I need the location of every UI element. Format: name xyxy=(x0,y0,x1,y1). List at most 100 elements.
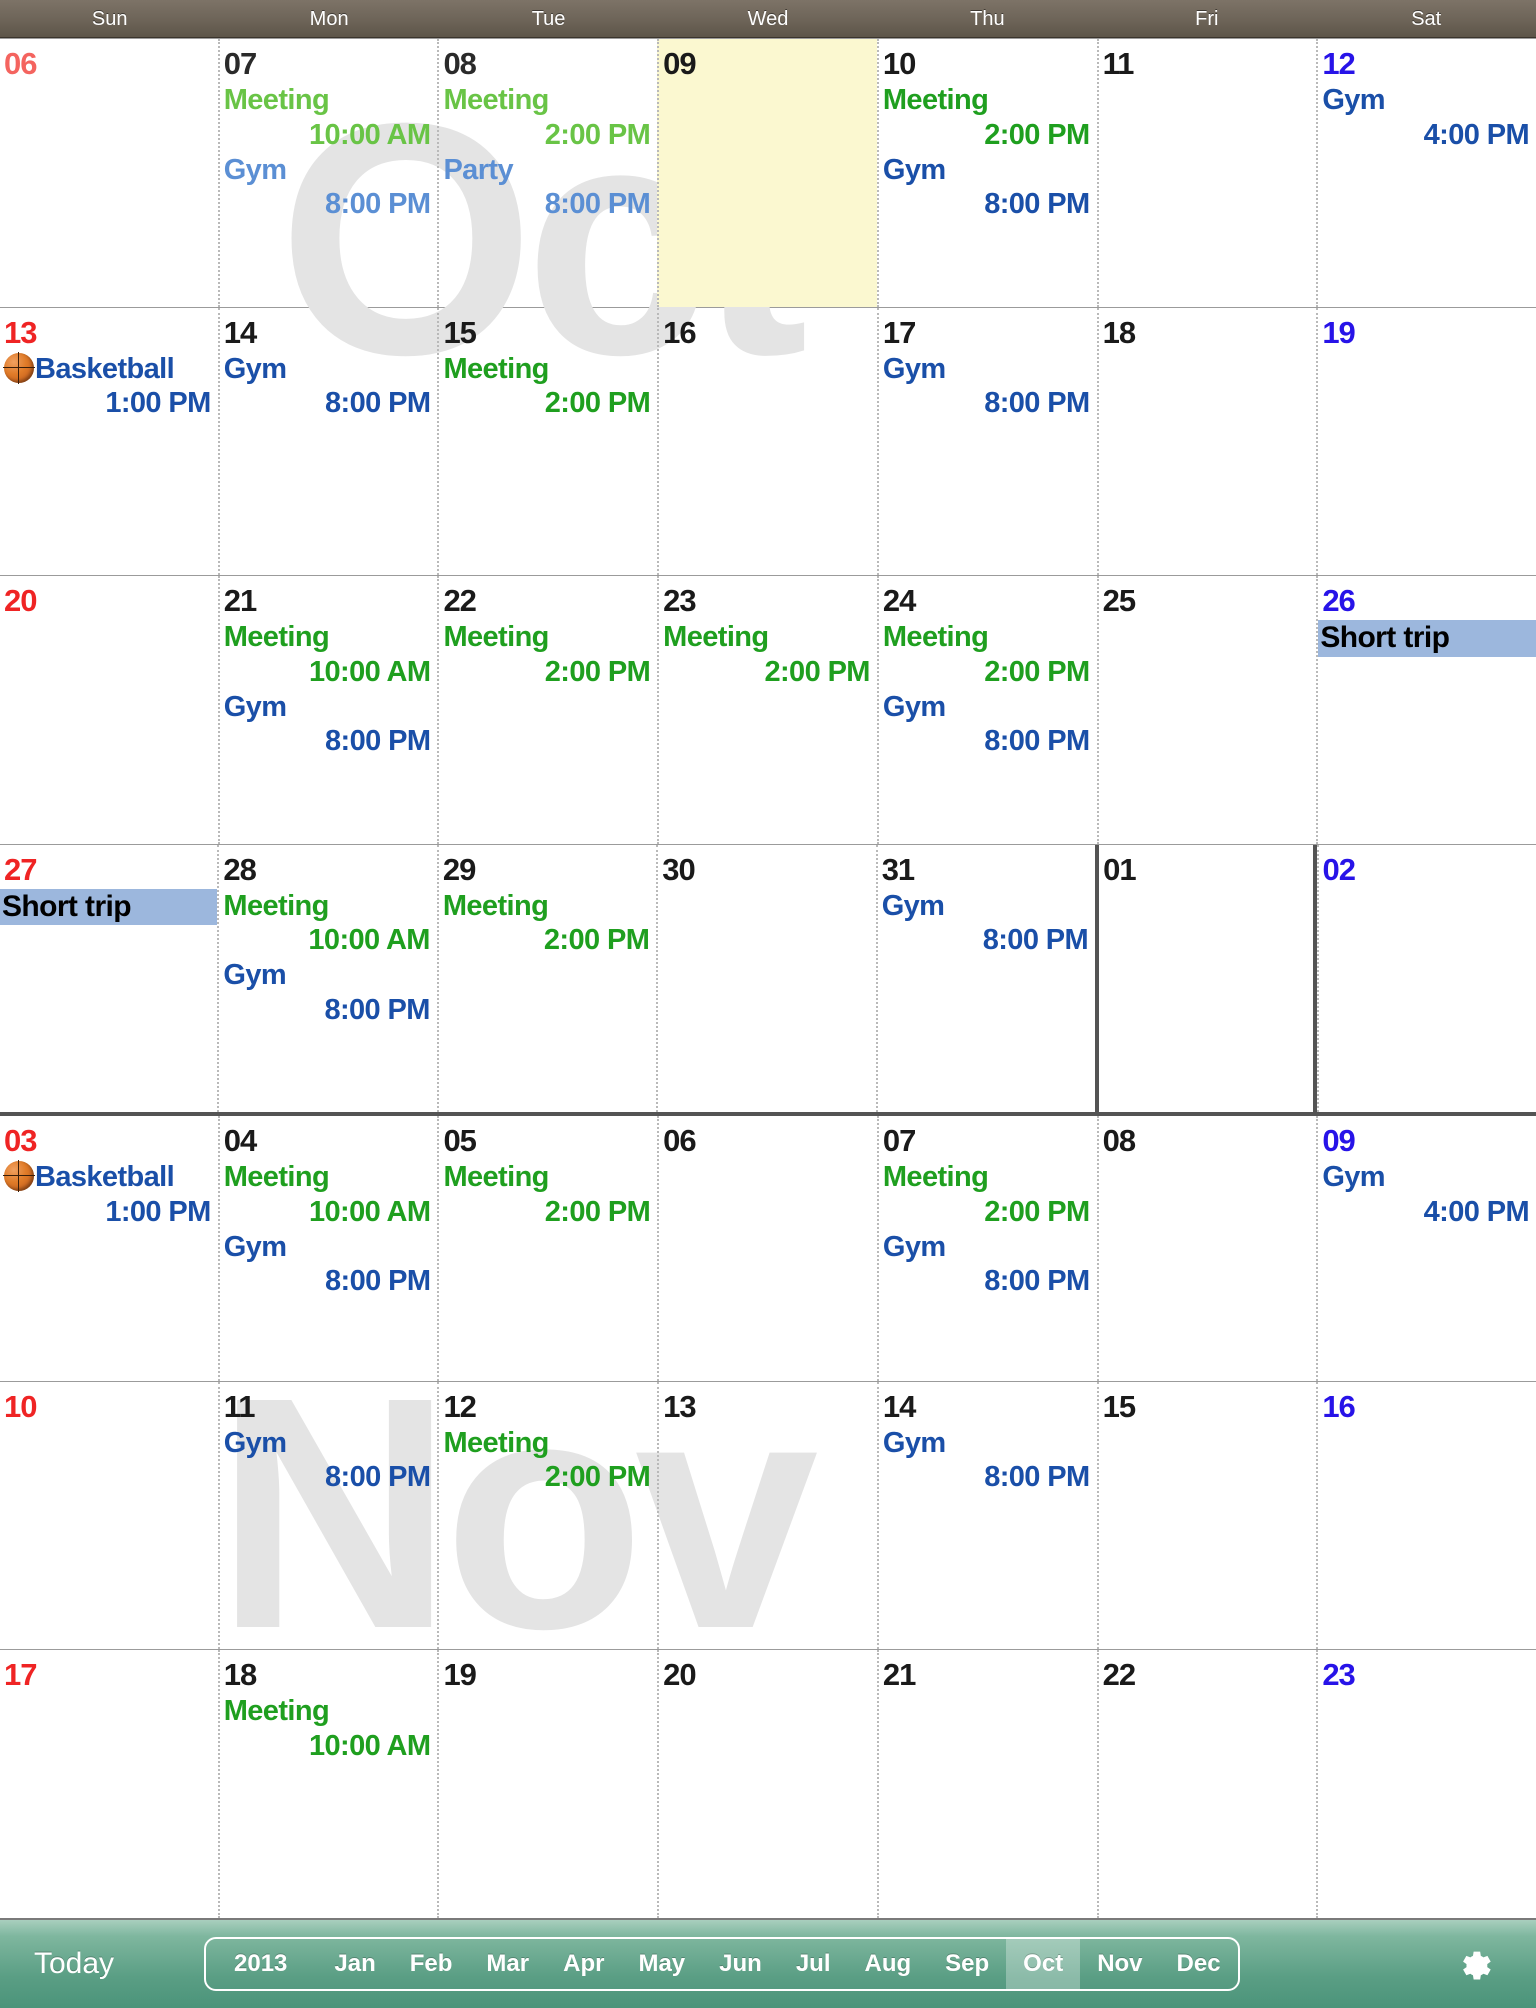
day-cell[interactable]: 12 Meeting 2:00 PM xyxy=(437,1381,657,1649)
day-cell[interactable]: 13 Basketball 1:00 PM xyxy=(0,308,218,576)
event-item[interactable]: Basketball 1:00 PM xyxy=(3,351,218,422)
event-item[interactable]: Gym 8:00 PM xyxy=(883,1230,1097,1300)
day-cell[interactable]: 10 Meeting 2:00 PM Gym 8:00 PM xyxy=(876,39,1097,307)
day-cell[interactable]: 07 Meeting 2:00 PM Gym 8:00 PM xyxy=(876,1116,1097,1381)
month-tab-jul[interactable]: Jul xyxy=(779,1939,848,1989)
event-item[interactable]: Meeting 10:00 AM xyxy=(224,1160,438,1230)
day-cell[interactable]: 17 Gym 8:00 PM xyxy=(876,307,1097,575)
day-cell[interactable]: 31 Gym 8:00 PM xyxy=(875,844,1095,1112)
day-cell[interactable]: 23 xyxy=(1316,1650,1536,1918)
day-cell[interactable]: 28 Meeting 10:00 AM Gym 8:00 PM xyxy=(217,844,436,1112)
day-cell[interactable]: 04 Meeting 10:00 AM Gym 8:00 PM xyxy=(217,1116,438,1381)
event-item[interactable]: Meeting 10:00 AM xyxy=(224,620,438,690)
gear-icon[interactable] xyxy=(1456,1941,1502,1987)
day-cell[interactable]: 18 Meeting 10:00 AM xyxy=(217,1650,438,1918)
day-cell[interactable]: 06 xyxy=(0,39,218,307)
month-tab-feb[interactable]: Feb xyxy=(393,1939,470,1989)
day-cell[interactable]: 23 Meeting 2:00 PM xyxy=(657,576,877,844)
day-cell[interactable]: 21 Meeting 10:00 AM Gym 8:00 PM xyxy=(217,576,438,844)
day-cell[interactable]: 26 Short trip xyxy=(1316,576,1536,844)
month-tab-aug[interactable]: Aug xyxy=(848,1939,929,1989)
day-cell[interactable]: 29 Meeting 2:00 PM xyxy=(436,844,656,1112)
day-cell[interactable]: 15 xyxy=(1096,1381,1317,1649)
event-item[interactable]: Gym 8:00 PM xyxy=(224,1426,438,1496)
event-item[interactable]: Meeting 2:00 PM xyxy=(883,83,1097,153)
day-cell[interactable]: 03 Basketball 1:00 PM xyxy=(0,1116,218,1381)
month-selector[interactable]: 2013 Jan Feb Mar Apr May Jun Jul Aug Sep Oct Nov Dec xyxy=(204,1937,1240,1991)
day-cell[interactable]: 11 xyxy=(1096,39,1317,307)
month-tab-dec[interactable]: Dec xyxy=(1160,1939,1238,1989)
event-item[interactable]: Meeting 2:00 PM xyxy=(883,620,1097,690)
month-tab-apr[interactable]: Apr xyxy=(546,1939,621,1989)
day-cell[interactable]: 05 Meeting 2:00 PM xyxy=(437,1116,657,1381)
day-cell[interactable]: 11 Gym 8:00 PM xyxy=(217,1381,438,1649)
year-label[interactable]: 2013 xyxy=(206,1939,317,1989)
event-item[interactable]: Gym 8:00 PM xyxy=(224,153,438,223)
day-cell[interactable]: 09 Gym 4:00 PM xyxy=(1316,1116,1536,1381)
event-item[interactable]: Gym 8:00 PM xyxy=(883,690,1097,760)
day-cell[interactable]: 08 Meeting 2:00 PM Party 8:00 PM xyxy=(437,39,657,307)
day-cell[interactable]: 18 xyxy=(1096,307,1317,575)
event-item[interactable]: Meeting 2:00 PM xyxy=(883,1160,1097,1230)
event-item[interactable]: Party 8:00 PM xyxy=(443,153,657,223)
day-cell[interactable]: 30 xyxy=(656,844,875,1112)
day-cell[interactable]: 07 Meeting 10:00 AM Gym 8:00 PM xyxy=(217,39,438,307)
day-cell[interactable]: 21 xyxy=(876,1650,1097,1918)
day-cell[interactable]: 16 xyxy=(1316,1381,1536,1649)
event-item[interactable]: Gym 8:00 PM xyxy=(224,690,438,760)
day-cell[interactable]: 10 xyxy=(0,1382,218,1650)
month-tab-sep[interactable]: Sep xyxy=(928,1939,1006,1989)
event-item[interactable]: Meeting 2:00 PM xyxy=(443,889,656,959)
day-cell[interactable]: 02 xyxy=(1316,844,1536,1112)
month-tab-may[interactable]: May xyxy=(621,1939,702,1989)
event-item[interactable]: Gym 8:00 PM xyxy=(883,153,1097,223)
month-tab-oct[interactable]: Oct xyxy=(1006,1939,1081,1989)
all-day-event[interactable]: Short trip xyxy=(1318,620,1536,657)
month-tab-jun[interactable]: Jun xyxy=(702,1939,779,1989)
day-number: 17 xyxy=(4,1657,37,1692)
event-item[interactable]: Gym 8:00 PM xyxy=(224,1230,438,1300)
day-cell[interactable]: 20 xyxy=(657,1650,877,1918)
day-cell[interactable]: 22 Meeting 2:00 PM xyxy=(437,576,657,844)
day-cell[interactable]: 17 xyxy=(0,1650,218,1918)
event-item[interactable]: Gym 4:00 PM xyxy=(1322,1160,1536,1230)
day-cell[interactable]: 22 xyxy=(1096,1650,1317,1918)
event-item[interactable]: Gym 8:00 PM xyxy=(882,889,1095,959)
event-item[interactable]: Gym 4:00 PM xyxy=(1322,83,1536,153)
event-item[interactable]: Meeting 2:00 PM xyxy=(663,620,877,690)
event-item[interactable]: Meeting 10:00 AM xyxy=(224,1694,438,1764)
month-tab-nov[interactable]: Nov xyxy=(1080,1939,1159,1989)
event-item[interactable]: Basketball 1:00 PM xyxy=(3,1160,218,1230)
event-item[interactable]: Meeting 2:00 PM xyxy=(443,620,657,690)
day-cell[interactable]: 13 xyxy=(657,1381,877,1649)
day-cell[interactable]: 09 xyxy=(657,39,877,307)
event-item[interactable]: Gym 8:00 PM xyxy=(883,1426,1097,1496)
day-cell[interactable]: 06 xyxy=(657,1116,877,1381)
event-item[interactable]: Meeting 10:00 AM xyxy=(224,83,438,153)
event-item[interactable]: Gym 8:00 PM xyxy=(223,958,436,1028)
event-item[interactable]: Meeting 2:00 PM xyxy=(443,1160,657,1230)
day-cell[interactable]: 19 xyxy=(1316,307,1536,575)
event-item[interactable]: Gym 8:00 PM xyxy=(883,352,1097,422)
day-cell[interactable]: 08 xyxy=(1096,1116,1317,1381)
event-item[interactable]: Meeting 2:00 PM xyxy=(443,83,657,153)
day-cell[interactable]: 14 Gym 8:00 PM xyxy=(217,307,438,575)
event-item[interactable]: Gym 8:00 PM xyxy=(224,352,438,422)
today-button[interactable]: Today xyxy=(34,1947,194,1981)
day-cell[interactable]: 20 xyxy=(0,576,218,844)
day-cell[interactable]: 27 Short trip xyxy=(0,845,218,1113)
day-cell[interactable]: 01 xyxy=(1095,844,1316,1112)
day-cell[interactable]: 19 xyxy=(437,1650,657,1918)
day-cell[interactable]: 24 Meeting 2:00 PM Gym 8:00 PM xyxy=(876,576,1097,844)
event-item[interactable]: Meeting 2:00 PM xyxy=(443,1426,657,1496)
day-cell[interactable]: 15 Meeting 2:00 PM xyxy=(437,307,657,575)
day-cell[interactable]: 16 xyxy=(657,307,877,575)
month-tab-mar[interactable]: Mar xyxy=(469,1939,546,1989)
event-item[interactable]: Meeting 10:00 AM xyxy=(223,889,436,959)
day-cell[interactable]: 14 Gym 8:00 PM xyxy=(876,1381,1097,1649)
month-tab-jan[interactable]: Jan xyxy=(317,1939,392,1989)
day-cell[interactable]: 25 xyxy=(1096,576,1317,844)
day-cell[interactable]: 12 Gym 4:00 PM xyxy=(1316,39,1536,307)
event-item[interactable]: Meeting 2:00 PM xyxy=(443,352,657,422)
all-day-event[interactable]: Short trip xyxy=(0,888,218,926)
